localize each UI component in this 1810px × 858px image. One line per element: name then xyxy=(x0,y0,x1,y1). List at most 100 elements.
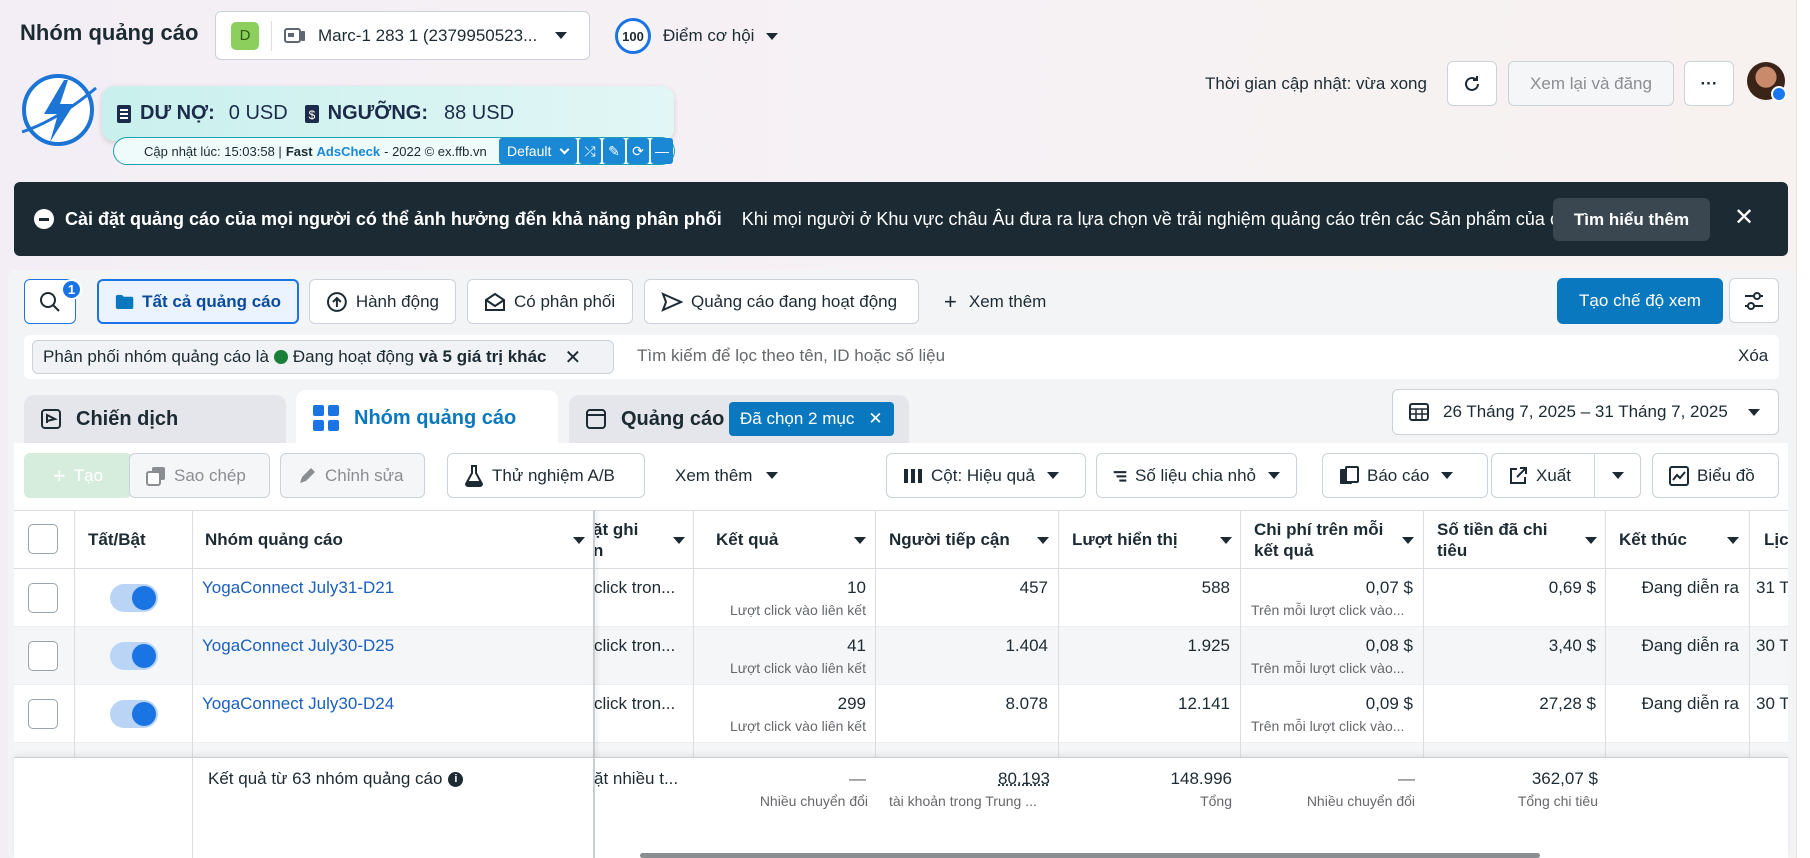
col-header-results[interactable]: Kết quả xyxy=(716,512,866,568)
review-publish-button[interactable]: Xem lại và đăng xyxy=(1508,61,1674,106)
create-view-button[interactable]: Tạo chế độ xem xyxy=(1557,278,1723,324)
adset-toggle[interactable] xyxy=(110,642,158,670)
toolbar-see-more-label: Xem thêm xyxy=(675,465,753,485)
chevron-down-icon xyxy=(1611,472,1624,479)
columns-button[interactable]: Cột: Hiệu quả xyxy=(886,453,1086,498)
reports-button[interactable]: Báo cáo xyxy=(1322,453,1488,498)
profile-select-value: Default xyxy=(507,143,552,159)
col-header-impressions[interactable]: Lượt hiển thị xyxy=(1072,512,1232,568)
schedule-cell: 30 T xyxy=(1756,694,1788,713)
charts-button[interactable]: Biểu đồ xyxy=(1652,453,1779,498)
sync-button[interactable]: ⟳ xyxy=(627,138,649,164)
adset-toggle[interactable] xyxy=(110,584,158,612)
ab-test-button[interactable]: Thử nghiệm A/B xyxy=(447,453,645,498)
see-more-filters[interactable]: + Xem thêm xyxy=(944,279,1046,324)
flag-icon xyxy=(41,409,61,429)
selected-chip[interactable]: Đã chọn 2 mục ✕ xyxy=(729,402,894,436)
opportunity-score[interactable]: 100 Điểm cơ hội xyxy=(615,16,779,56)
create-button[interactable]: + Tạo xyxy=(24,453,132,498)
filter-all-ads[interactable]: Tất cả quảng cáo xyxy=(97,279,299,324)
col-header-name[interactable]: Nhóm quảng cáo xyxy=(205,512,585,568)
sort-icon xyxy=(1037,536,1049,544)
chevron-down-icon xyxy=(559,144,570,154)
filter-chip[interactable]: Phân phối nhóm quảng cáo là Đang hoạt độ… xyxy=(32,340,614,374)
upload-circle-icon xyxy=(326,291,347,312)
edit-button[interactable]: ✎ xyxy=(603,138,625,164)
adset-toggle[interactable] xyxy=(110,700,158,728)
export-menu-button[interactable] xyxy=(1594,453,1641,498)
col-header-ends-label: Kết thúc xyxy=(1619,530,1687,549)
horizontal-scrollbar[interactable] xyxy=(640,853,1540,858)
col-header-cost-per-result[interactable]: Chi phí trên mỗi kết quả xyxy=(1254,512,1414,568)
info-icon[interactable]: i xyxy=(448,771,464,787)
remove-filter-icon[interactable]: ✕ xyxy=(564,345,581,370)
result-type-cell: Lượt click vào liên kết xyxy=(729,718,866,734)
learn-more-button[interactable]: Tìm hiểu thêm xyxy=(1553,198,1710,241)
profile-select[interactable]: Default xyxy=(499,138,577,164)
view-settings-button[interactable] xyxy=(1729,278,1779,323)
filter-delivering[interactable]: Có phân phối xyxy=(467,279,633,324)
summary-cpr: — xyxy=(1398,769,1415,788)
summary-spent-sub: Tổng chi tiêu xyxy=(1517,793,1598,809)
cost-per-result-sub: Trên mỗi lượt click vào... xyxy=(1251,602,1405,618)
summary-reach: 80.193 xyxy=(998,769,1050,788)
edit-button[interactable]: Chỉnh sửa xyxy=(280,453,425,498)
adset-name-link[interactable]: YogaConnect July31-D21 xyxy=(202,578,394,598)
row-checkbox[interactable] xyxy=(28,699,58,729)
shuffle-button[interactable]: ⤮ xyxy=(579,138,601,164)
ends-cell: Đang diễn ra xyxy=(1641,694,1739,713)
row-checkbox[interactable] xyxy=(28,641,58,671)
close-icon[interactable]: ✕ xyxy=(1733,206,1755,230)
breakdown-button[interactable]: Số liệu chia nhỏ xyxy=(1096,453,1297,498)
update-time: Thời gian cập nhật: vừa xong xyxy=(1205,74,1427,93)
filter-actions[interactable]: Hành động xyxy=(309,279,456,324)
summary-left-col xyxy=(14,757,193,858)
schedule-cell: 30 T xyxy=(1756,636,1788,655)
search-icon xyxy=(40,291,60,312)
cost-per-result-sub: Trên mỗi lượt click vào... xyxy=(1251,718,1405,734)
cost-per-result-cell: 0,08 $ xyxy=(1365,636,1413,655)
create-label: Tạo xyxy=(73,465,104,485)
breakdown-label: Số liệu chia nhỏ xyxy=(1135,465,1256,485)
col-header-amount-spent[interactable]: Số tiền đã chi tiêu xyxy=(1437,512,1597,568)
col-header-reach[interactable]: Người tiếp cận xyxy=(889,512,1049,568)
adset-name-link[interactable]: YogaConnect July30-D25 xyxy=(202,636,394,656)
schedule-cell: 31 T xyxy=(1756,578,1788,597)
chevron-down-icon xyxy=(766,472,779,479)
filter-actions-label: Hành động xyxy=(355,291,439,311)
minimize-button[interactable]: — xyxy=(651,138,673,164)
close-icon[interactable]: ✕ xyxy=(868,409,882,429)
clear-filters-link[interactable]: Xóa xyxy=(1738,346,1768,366)
select-all-checkbox[interactable] xyxy=(28,524,58,554)
export-button[interactable]: Xuất xyxy=(1491,453,1595,498)
tab-adset[interactable]: Nhóm quảng cáo xyxy=(296,390,558,446)
account-name: Marc-1 283 1 (2379950523... xyxy=(318,25,538,45)
date-range-picker[interactable]: 26 Tháng 7, 2025 – 31 Tháng 7, 2025 xyxy=(1392,389,1779,435)
col-header-ends[interactable]: Kết thúc xyxy=(1619,512,1739,568)
brand-suffix: - 2022 © ex.ffb.vn xyxy=(384,143,487,159)
row-checkbox[interactable] xyxy=(28,583,58,613)
col-header-results-label: Kết quả xyxy=(716,530,779,549)
filter-chip-prefix: Phân phối nhóm quảng cáo là xyxy=(43,347,269,366)
toolbar-see-more[interactable]: Xem thêm xyxy=(675,453,779,498)
copy-button[interactable]: Sao chép xyxy=(129,453,270,498)
col-header-bid[interactable]: ặt ghi n xyxy=(593,512,685,568)
filter-active-ads[interactable]: Quảng cáo đang hoạt động xyxy=(644,279,919,324)
col-header-toggle[interactable]: Tất/Bật xyxy=(88,512,146,568)
debt-label: DƯ NỢ: xyxy=(140,102,215,124)
refresh-button[interactable] xyxy=(1447,61,1497,106)
more-options-button[interactable]: ··· xyxy=(1684,61,1734,106)
adset-name-link[interactable]: YogaConnect July30-D24 xyxy=(202,694,394,714)
pencil-icon xyxy=(300,467,315,483)
vertical-scrollbar[interactable] xyxy=(1796,0,1810,858)
tab-campaign[interactable]: Chiến dịch xyxy=(24,395,286,443)
bid-strategy-cell: click tron... xyxy=(594,636,676,655)
breakdown-icon xyxy=(1113,470,1127,482)
col-header-schedule[interactable]: Lịcl xyxy=(1764,512,1788,568)
summary-impressions: 148.996 xyxy=(1170,769,1232,788)
banner-text: Khi mọi người ở Khu vực châu Âu đưa ra l… xyxy=(741,208,1604,229)
account-selector[interactable]: D Marc-1 283 1 (2379950523... xyxy=(215,11,590,60)
facebook-icon xyxy=(1771,86,1787,102)
threshold-label: NGƯỠNG: xyxy=(327,102,428,124)
filter-search-input[interactable]: Tìm kiếm để lọc theo tên, ID hoặc số liệ… xyxy=(637,346,945,366)
